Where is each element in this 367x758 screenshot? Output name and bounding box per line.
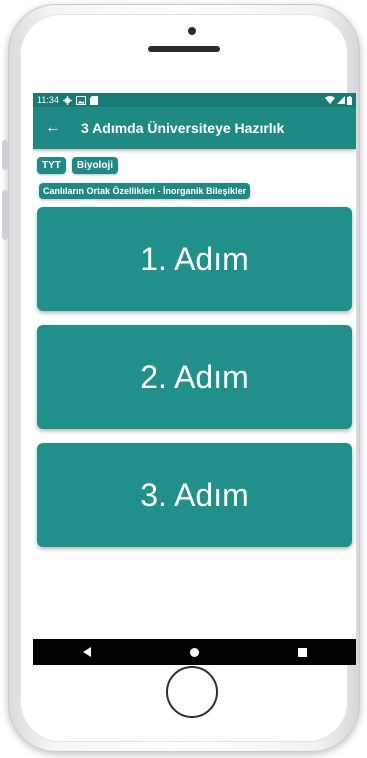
step-2-button[interactable]: 2. Adım xyxy=(37,325,352,429)
camera-icon xyxy=(188,27,196,35)
wifi-icon xyxy=(325,96,335,104)
signal-icon xyxy=(337,96,345,104)
app-bar: ← 3 Adımda Üniversiteye Hazırlık xyxy=(33,107,356,149)
sd-card-icon xyxy=(89,95,98,105)
nav-home-icon[interactable] xyxy=(189,647,199,657)
chip-subject[interactable]: Biyoloji xyxy=(71,157,119,174)
speaker-grille xyxy=(148,46,220,52)
chip-exam[interactable]: TYT xyxy=(37,157,66,174)
android-nav-bar xyxy=(33,639,356,665)
status-left: 11:34 xyxy=(37,95,98,105)
status-bar: 11:34 xyxy=(33,93,356,107)
step-list: 1. Adım 2. Adım 3. Adım xyxy=(33,199,356,547)
nav-back-icon[interactable] xyxy=(82,647,91,657)
image-icon xyxy=(75,95,86,105)
side-button xyxy=(2,190,8,240)
step-1-button[interactable]: 1. Adım xyxy=(37,207,352,311)
status-time: 11:34 xyxy=(37,95,59,105)
gear-icon xyxy=(62,95,72,105)
topic-chip[interactable]: Canlıların Ortak Özellikleri - İnorganik… xyxy=(39,183,251,199)
screen: 11:34 ← 3 Adımda Üniversiteye Hazırlık T… xyxy=(33,93,356,665)
category-chips: TYT Biyoloji xyxy=(33,149,356,174)
side-button xyxy=(2,140,8,170)
status-right xyxy=(325,95,352,105)
topic-row: Canlıların Ortak Özellikleri - İnorganik… xyxy=(33,174,356,199)
back-arrow-icon[interactable]: ← xyxy=(45,120,67,136)
step-3-button[interactable]: 3. Adım xyxy=(37,443,352,547)
nav-recent-apps-icon[interactable] xyxy=(297,647,307,657)
page-title: 3 Adımda Üniversiteye Hazırlık xyxy=(81,120,285,136)
battery-icon xyxy=(347,95,352,105)
home-button[interactable] xyxy=(166,666,218,718)
